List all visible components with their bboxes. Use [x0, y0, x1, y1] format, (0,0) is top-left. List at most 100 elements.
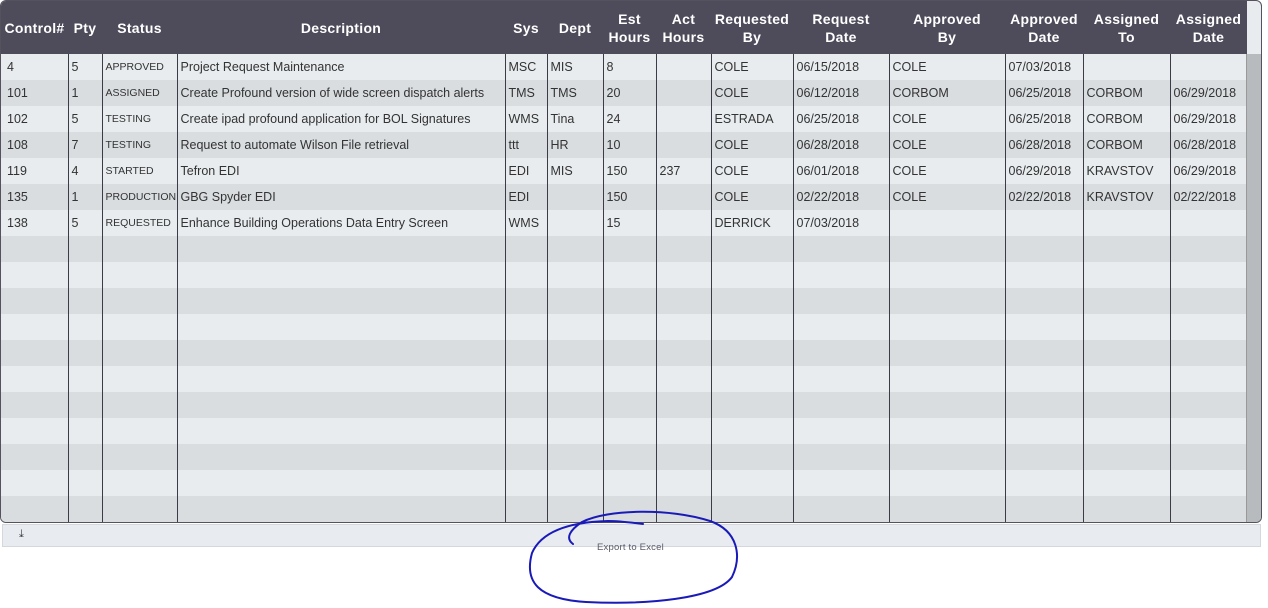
cell-approved-date: [1004, 444, 1083, 470]
cell-description: Enhance Building Operations Data Entry S…: [176, 210, 505, 236]
cell-est-hours: 15: [602, 210, 656, 236]
cell-control: 108: [1, 132, 68, 158]
cell-pty: [67, 444, 102, 470]
cell-approved-date: 02/22/2018: [1004, 184, 1083, 210]
cell-approved-by: [888, 314, 1005, 340]
cell-assigned-date: [1169, 392, 1247, 418]
download-icon[interactable]: ⤓: [19, 528, 24, 541]
cell-pty: 7: [67, 132, 102, 158]
cell-dept: [546, 262, 603, 288]
cell-approved-by: [888, 470, 1005, 496]
cell-sys: [504, 418, 547, 444]
cell-pty: [67, 340, 102, 366]
cell-sys: [504, 340, 547, 366]
cell-control: 4: [1, 54, 68, 80]
cell-assigned-date: 06/29/2018: [1169, 106, 1247, 132]
cell-dept: HR: [546, 132, 603, 158]
cell-approved-by: [888, 496, 1005, 522]
cell-assigned-to: [1082, 210, 1170, 236]
column-header-assigned-to[interactable]: Assigned To: [1083, 1, 1170, 54]
table-row[interactable]: 138 5 REQUESTED Enhance Building Operations…: [1, 210, 1247, 236]
cell-approved-by: [888, 340, 1005, 366]
cell-control: [1, 236, 68, 262]
export-to-excel-link[interactable]: Export to Excel: [597, 542, 664, 553]
cell-assigned-date: [1169, 210, 1247, 236]
cell-assigned-to: [1082, 444, 1170, 470]
cell-request-date: 06/28/2018: [792, 132, 889, 158]
cell-control: 138: [1, 210, 68, 236]
cell-requested-by: COLE: [710, 54, 793, 80]
table-row[interactable]: 101 1 ASSIGNED Create Profound version of w…: [1, 80, 1247, 106]
cell-act-hours: [655, 54, 711, 80]
cell-requested-by: [710, 496, 793, 522]
table-row[interactable]: 119 4 STARTED Tefron EDI EDI MIS 150 237 COLE 06/…: [1, 158, 1247, 184]
column-header-approved-date[interactable]: Approved Date: [1005, 1, 1083, 54]
column-header-request-date[interactable]: Request Date: [793, 1, 889, 54]
column-header-est-hours[interactable]: Est Hours: [603, 1, 656, 54]
cell-est-hours: 8: [602, 54, 656, 80]
cell-status: TESTING: [101, 132, 177, 158]
cell-assigned-date: [1169, 54, 1247, 80]
cell-approved-by: [888, 418, 1005, 444]
cell-requested-by: DERRICK: [710, 210, 793, 236]
cell-est-hours: [602, 470, 656, 496]
cell-assigned-to: [1082, 314, 1170, 340]
table-row[interactable]: 135 1 PRODUCTION GBG Spyder EDI EDI 150 COLE 02…: [1, 184, 1247, 210]
column-header-sys[interactable]: Sys: [505, 1, 547, 54]
cell-sys: [504, 288, 547, 314]
cell-assigned-to: [1082, 366, 1170, 392]
cell-act-hours: [655, 210, 711, 236]
cell-request-date: 07/03/2018: [792, 210, 889, 236]
table-row[interactable]: 102 5 TESTING Create ipad profound applicat…: [1, 106, 1247, 132]
cell-sys: [504, 496, 547, 522]
column-header-description[interactable]: Description: [177, 1, 505, 54]
column-header-act-hours[interactable]: Act Hours: [656, 1, 711, 54]
cell-assigned-to: [1082, 288, 1170, 314]
column-header-approved-by[interactable]: Approved By: [889, 1, 1005, 54]
cell-pty: 1: [67, 80, 102, 106]
cell-description: Tefron EDI: [176, 158, 505, 184]
empty-row: [1, 314, 1247, 340]
cell-assigned-date: [1169, 366, 1247, 392]
cell-pty: [67, 288, 102, 314]
cell-act-hours: [655, 470, 711, 496]
table-row[interactable]: 108 7 TESTING Request to automate Wilson Fi…: [1, 132, 1247, 158]
cell-pty: 4: [67, 158, 102, 184]
cell-approved-by: COLE: [888, 54, 1005, 80]
column-header-control[interactable]: Control#: [1, 1, 68, 54]
column-header-dept[interactable]: Dept: [547, 1, 603, 54]
cell-requested-by: COLE: [710, 184, 793, 210]
cell-request-date: 06/12/2018: [792, 80, 889, 106]
column-header-status[interactable]: Status: [102, 1, 177, 54]
cell-assigned-date: [1169, 340, 1247, 366]
column-header-requested-by[interactable]: Requested By: [711, 1, 793, 54]
cell-approved-date: [1004, 470, 1083, 496]
cell-act-hours: [655, 288, 711, 314]
cell-request-date: [792, 314, 889, 340]
cell-assigned-date: [1169, 470, 1247, 496]
cell-assigned-date: 06/28/2018: [1169, 132, 1247, 158]
cell-description: [176, 444, 505, 470]
cell-status: [101, 496, 177, 522]
table-row[interactable]: 4 5 APPROVED Project Request Maintenance MSC…: [1, 54, 1247, 80]
column-header-assigned-date[interactable]: Assigned Date: [1170, 1, 1247, 54]
cell-dept: [546, 366, 603, 392]
cell-dept: [546, 444, 603, 470]
column-header-pty[interactable]: Pty: [68, 1, 102, 54]
cell-control: [1, 496, 68, 522]
cell-description: GBG Spyder EDI: [176, 184, 505, 210]
cell-est-hours: 150: [602, 184, 656, 210]
cell-assigned-to: CORBOM: [1082, 132, 1170, 158]
cell-assigned-to: [1082, 236, 1170, 262]
cell-approved-by: COLE: [888, 158, 1005, 184]
cell-sys: [504, 392, 547, 418]
cell-est-hours: [602, 496, 656, 522]
cell-requested-by: [710, 444, 793, 470]
cell-est-hours: [602, 366, 656, 392]
vertical-scrollbar[interactable]: [1246, 54, 1261, 522]
cell-assigned-date: [1169, 418, 1247, 444]
cell-requested-by: [710, 288, 793, 314]
cell-description: Create ipad profound application for BOL…: [176, 106, 505, 132]
cell-approved-date: 06/29/2018: [1004, 158, 1083, 184]
cell-approved-by: [888, 236, 1005, 262]
